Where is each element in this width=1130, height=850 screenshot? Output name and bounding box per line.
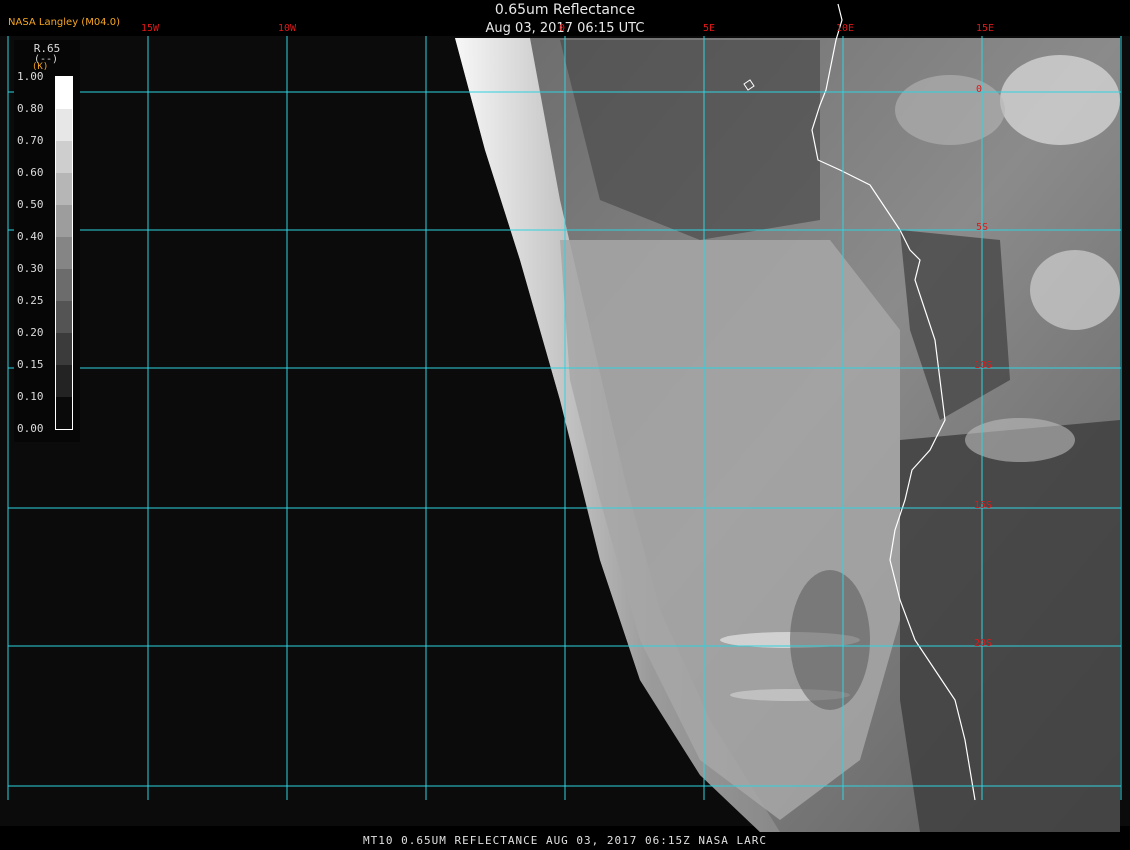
cloud-patch-c	[895, 75, 1005, 145]
color-bar-step	[56, 109, 72, 141]
legend-tick: 0.20	[17, 326, 44, 339]
color-bar-step	[56, 141, 72, 173]
legend-tick: 0.10	[17, 390, 44, 403]
lon-label-15e: 15E	[976, 23, 995, 34]
lat-label-15s: 15S	[974, 500, 993, 511]
map-title: 0.65um Reflectance	[494, 2, 636, 18]
legend-tick: 0.40	[17, 230, 44, 243]
legend-tick: 0.50	[17, 198, 44, 211]
lon-label-0: 0	[559, 23, 566, 34]
color-bar-step	[56, 301, 72, 333]
cloud-patch-ne	[1000, 55, 1120, 145]
legend-tick: 0.25	[17, 294, 44, 307]
lon-label-10e: 10E	[836, 23, 855, 34]
color-bar	[55, 76, 73, 430]
legend-tick: 0.15	[17, 358, 44, 371]
legend-tick: 0.30	[17, 262, 44, 275]
dark-eddy	[790, 570, 870, 710]
lat-label-20s: 20S	[974, 638, 993, 649]
agency-label: NASA Langley (M04.0)	[8, 17, 120, 28]
color-bar-step	[56, 397, 72, 429]
legend-tick: 1.00	[17, 70, 44, 83]
color-bar-step	[56, 205, 72, 237]
lat-label-0: 0	[976, 84, 983, 95]
color-bar-step	[56, 269, 72, 301]
legend-tick: 0.80	[17, 102, 44, 115]
legend-tick: 0.00	[17, 422, 44, 435]
footer-caption: MT10 0.65UM REFLECTANCE AUG 03, 2017 06:…	[363, 834, 767, 847]
satellite-map	[0, 3, 1130, 832]
color-bar-step	[56, 333, 72, 365]
color-bar-step	[56, 237, 72, 269]
color-legend: R.65 (--) (K) 1.00 0.80 0.70 0.60 0.50 0.40 0.…	[14, 40, 80, 442]
lat-label-10s: 10S	[974, 360, 993, 371]
color-bar-step	[56, 173, 72, 205]
lat-label-5s: 5S	[976, 222, 989, 233]
legend-tick: 0.70	[17, 134, 44, 147]
dark-region-land	[900, 420, 1120, 832]
lon-label-15w: 15W	[141, 23, 160, 34]
lon-label-5e: 5E	[703, 23, 716, 34]
lon-label-10w: 10W	[278, 23, 297, 34]
color-bar-step	[56, 365, 72, 397]
legend-tick: 0.60	[17, 166, 44, 179]
cloud-patch-e	[1030, 250, 1120, 330]
color-bar-step	[56, 77, 72, 109]
